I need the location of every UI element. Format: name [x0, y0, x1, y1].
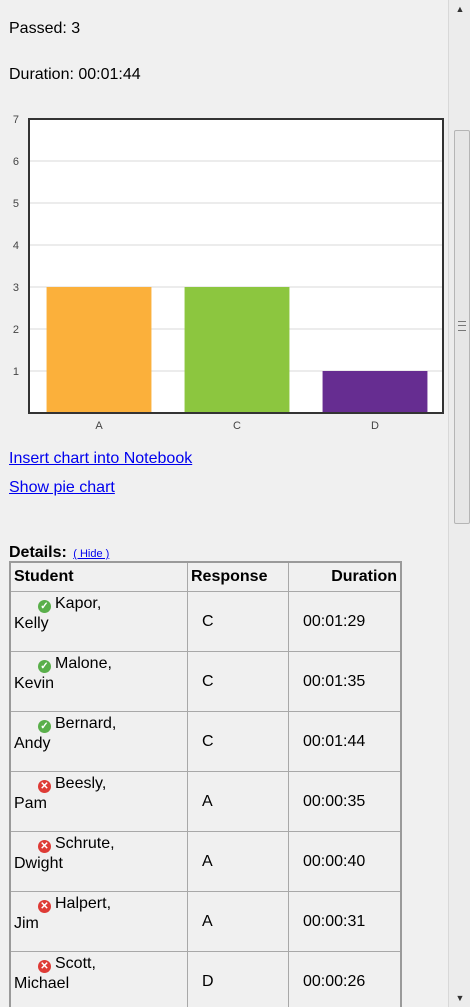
- y-tick-label: 2: [13, 324, 19, 336]
- vertical-scrollbar[interactable]: ▲ ▼: [448, 0, 470, 1007]
- details-header: Details: ( Hide ): [9, 544, 109, 562]
- table-row[interactable]: ✕ Scott, Michael D 00:00:26: [9, 951, 402, 1007]
- table-row[interactable]: ✕ Beesly, Pam A 00:00:35: [9, 771, 402, 832]
- student-first: Schrute,: [55, 835, 115, 852]
- student-last: Kevin: [14, 675, 55, 692]
- show-pie-chart-link[interactable]: Show pie chart: [9, 479, 115, 497]
- hide-details-link[interactable]: ( Hide ): [73, 548, 109, 560]
- y-tick-label: 3: [13, 282, 19, 294]
- y-tick-label: 7: [13, 114, 19, 126]
- x-tick-label: A: [95, 420, 103, 432]
- student-cell: ✕ Beesly, Pam: [9, 771, 188, 832]
- x-tick-label: C: [233, 420, 241, 432]
- y-tick-label: 5: [13, 198, 19, 210]
- student-last: Michael: [14, 975, 70, 992]
- grip-icon: [458, 321, 466, 331]
- student-last: Andy: [14, 735, 51, 752]
- student-cell: ✓ Malone, Kevin: [9, 651, 188, 712]
- response-cell: D: [187, 951, 289, 1007]
- x-circle-icon: ✕: [38, 900, 51, 913]
- duration-cell: 00:00:40: [288, 831, 402, 892]
- x-tick-label: D: [371, 420, 379, 432]
- bar-d: [322, 371, 428, 413]
- response-cell: C: [187, 591, 289, 652]
- student-first: Bernard,: [55, 715, 117, 732]
- table-row[interactable]: ✓ Bernard, Andy C 00:01:44: [9, 711, 402, 772]
- x-circle-icon: ✕: [38, 840, 51, 853]
- column-header-response[interactable]: Response: [187, 561, 289, 592]
- student-last: Pam: [14, 795, 47, 812]
- passed-count: Passed: 3: [9, 20, 81, 37]
- duration-cell: 00:01:29: [288, 591, 402, 652]
- details-label: Details:: [9, 544, 67, 561]
- duration-cell: 00:00:31: [288, 891, 402, 952]
- y-tick-label: 1: [13, 366, 19, 378]
- duration-cell: 00:00:26: [288, 951, 402, 1007]
- x-circle-icon: ✕: [38, 960, 51, 973]
- response-cell: C: [187, 651, 289, 712]
- student-cell: ✓ Kapor, Kelly: [9, 591, 188, 652]
- student-cell: ✕ Schrute, Dwight: [9, 831, 188, 892]
- details-table: Student Response Duration ✓ Kapor, Kelly C 0…: [9, 561, 402, 1007]
- table-row[interactable]: ✕ Schrute, Dwight A 00:00:40: [9, 831, 402, 892]
- duration-cell: 00:01:35: [288, 651, 402, 712]
- response-cell: A: [187, 771, 289, 832]
- insert-chart-link[interactable]: Insert chart into Notebook: [9, 450, 192, 468]
- table-header-row: Student Response Duration: [9, 561, 402, 592]
- student-first: Malone,: [55, 655, 112, 672]
- response-cell: C: [187, 711, 289, 772]
- check-circle-icon: ✓: [38, 600, 51, 613]
- student-cell: ✕ Scott, Michael: [9, 951, 188, 1007]
- x-circle-icon: ✕: [38, 780, 51, 793]
- student-first: Halpert,: [55, 895, 112, 912]
- response-cell: A: [187, 831, 289, 892]
- check-circle-icon: ✓: [38, 660, 51, 673]
- table-row[interactable]: ✕ Halpert, Jim A 00:00:31: [9, 891, 402, 952]
- response-bar-chart: 1 2 3 4 5 6 7 A C D: [13, 114, 444, 432]
- check-circle-icon: ✓: [38, 720, 51, 733]
- duration-cell: 00:01:44: [288, 711, 402, 772]
- results-panel: Passed: 3 Duration: 00:01:44 1234567ACD …: [0, 0, 448, 1007]
- bar-c: [184, 287, 290, 413]
- student-last: Dwight: [14, 855, 63, 872]
- y-tick-label: 4: [13, 240, 19, 252]
- scroll-down-icon[interactable]: ▼: [449, 989, 470, 1007]
- student-first: Scott,: [55, 955, 96, 972]
- scrollbar-thumb[interactable]: [454, 130, 470, 524]
- student-first: Beesly,: [55, 775, 107, 792]
- student-first: Kapor,: [55, 595, 102, 612]
- bar-a: [46, 287, 152, 413]
- table-row[interactable]: ✓ Kapor, Kelly C 00:01:29: [9, 591, 402, 652]
- student-cell: ✓ Bernard, Andy: [9, 711, 188, 772]
- duration-text: Duration: 00:01:44: [9, 66, 141, 83]
- duration-cell: 00:00:35: [288, 771, 402, 832]
- student-last: Kelly: [14, 615, 49, 632]
- column-header-student[interactable]: Student: [9, 561, 188, 592]
- student-last: Jim: [14, 915, 39, 932]
- column-header-duration[interactable]: Duration: [288, 561, 402, 592]
- scroll-up-icon[interactable]: ▲: [449, 0, 470, 18]
- student-cell: ✕ Halpert, Jim: [9, 891, 188, 952]
- y-tick-label: 6: [13, 156, 19, 168]
- response-cell: A: [187, 891, 289, 952]
- table-row[interactable]: ✓ Malone, Kevin C 00:01:35: [9, 651, 402, 712]
